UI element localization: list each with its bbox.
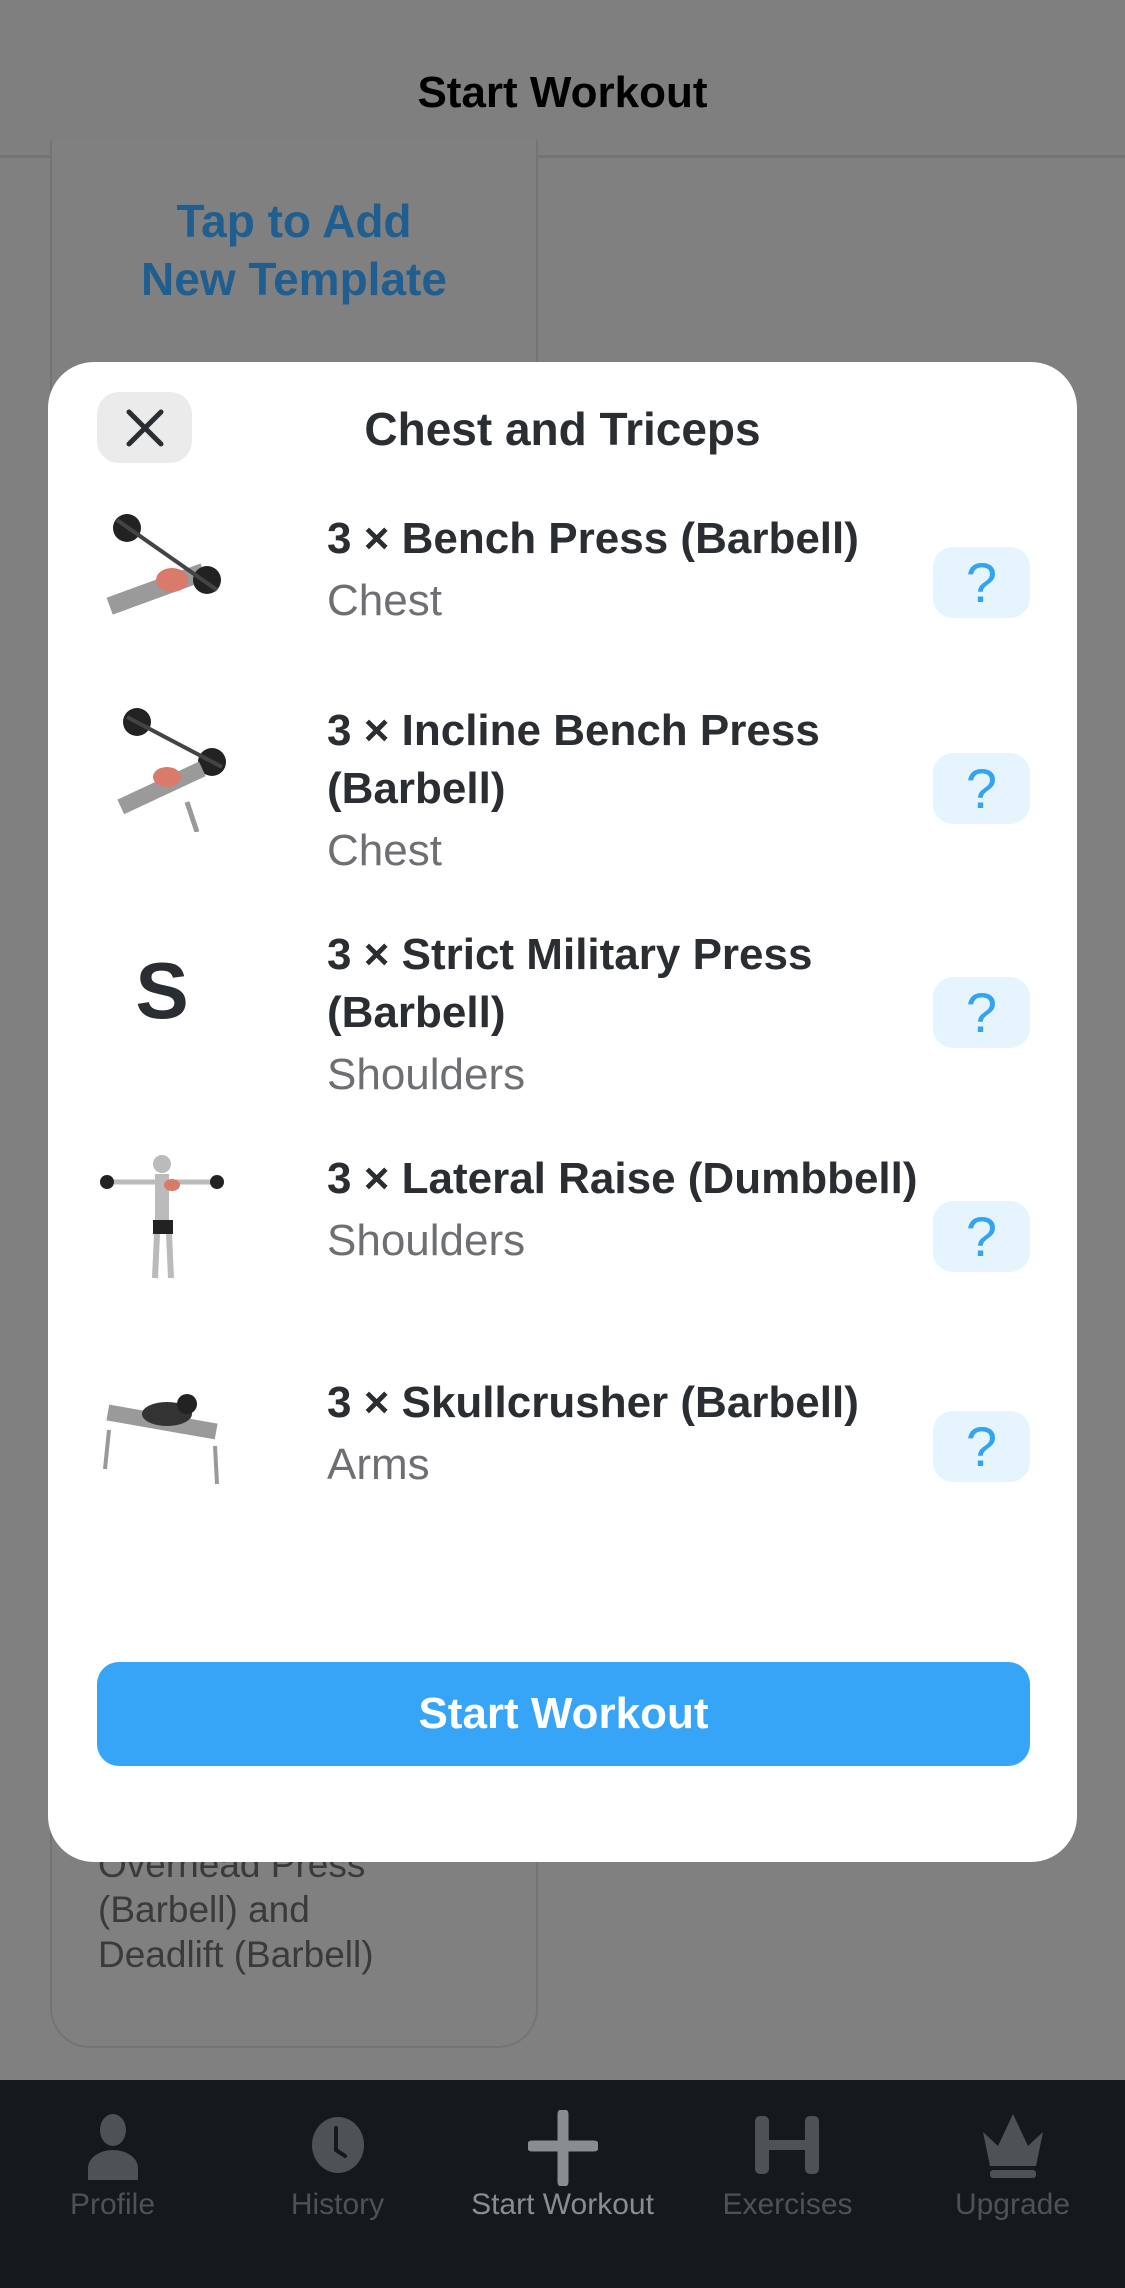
exercise-initial: S <box>135 946 189 1035</box>
modal-title: Chest and Triceps <box>364 403 761 455</box>
help-button[interactable]: ? <box>933 1411 1030 1482</box>
tab-bar: Profile History Start Workout Exercises … <box>0 2080 1125 2288</box>
help-button[interactable]: ? <box>933 1201 1030 1272</box>
crown-icon <box>983 2114 1043 2178</box>
exercise-name: 3 × Lateral Raise (Dumbbell) <box>327 1154 918 1203</box>
tab-label: Upgrade <box>954 2188 1071 2221</box>
question-icon: ? <box>965 981 998 1044</box>
template-modal: Chest and Triceps 3 × Bench Press (Barbe… <box>48 362 1077 1862</box>
add-template-label: Tap to Add New Template <box>141 195 447 305</box>
question-icon: ? <box>965 1415 998 1478</box>
exercise-muscle: Shoulders <box>327 1216 526 1265</box>
template-description: Overhead Press (Barbell) and Deadlift (B… <box>98 1844 374 1975</box>
exercise-name: 3 × Bench Press (Barbell) <box>327 514 859 563</box>
tab-label: Profile <box>69 2188 156 2221</box>
exercise-muscle: Chest <box>327 576 442 625</box>
help-button[interactable]: ? <box>933 977 1030 1048</box>
question-icon: ? <box>965 757 998 820</box>
dumbbell-icon <box>755 2116 819 2174</box>
help-button[interactable]: ? <box>933 547 1030 618</box>
exercise-muscle: Arms <box>327 1440 430 1489</box>
question-icon: ? <box>965 551 998 614</box>
tab-label: History <box>290 2188 385 2221</box>
help-button[interactable]: ? <box>933 753 1030 824</box>
exercise-muscle: Shoulders <box>327 1050 526 1099</box>
page-title: Start Workout <box>417 67 708 117</box>
exercise-thumbnail: S <box>97 926 227 1056</box>
plus-icon <box>528 2110 598 2186</box>
exercise-name: 3 × Skullcrusher (Barbell) <box>327 1378 859 1427</box>
exercise-muscle: Chest <box>327 826 442 875</box>
nav-header: Start Workout <box>0 0 1125 158</box>
tab-label: Exercises <box>722 2188 853 2221</box>
start-workout-button[interactable]: Start Workout <box>97 1662 1030 1766</box>
tab-label: Start Workout <box>471 2188 654 2221</box>
exercise-thumbnail <box>97 1150 227 1280</box>
exercise-thumbnail <box>97 1374 227 1504</box>
exercise-thumbnail <box>97 510 227 640</box>
question-icon: ? <box>965 1205 998 1268</box>
exercise-name: 3 × Strict Military Press (Barbell) <box>327 930 813 1037</box>
exercise-name: 3 × Incline Bench Press (Barbell) <box>327 706 820 813</box>
exercise-thumbnail <box>97 702 227 832</box>
clock-icon <box>312 2117 364 2173</box>
person-icon <box>88 2114 138 2180</box>
